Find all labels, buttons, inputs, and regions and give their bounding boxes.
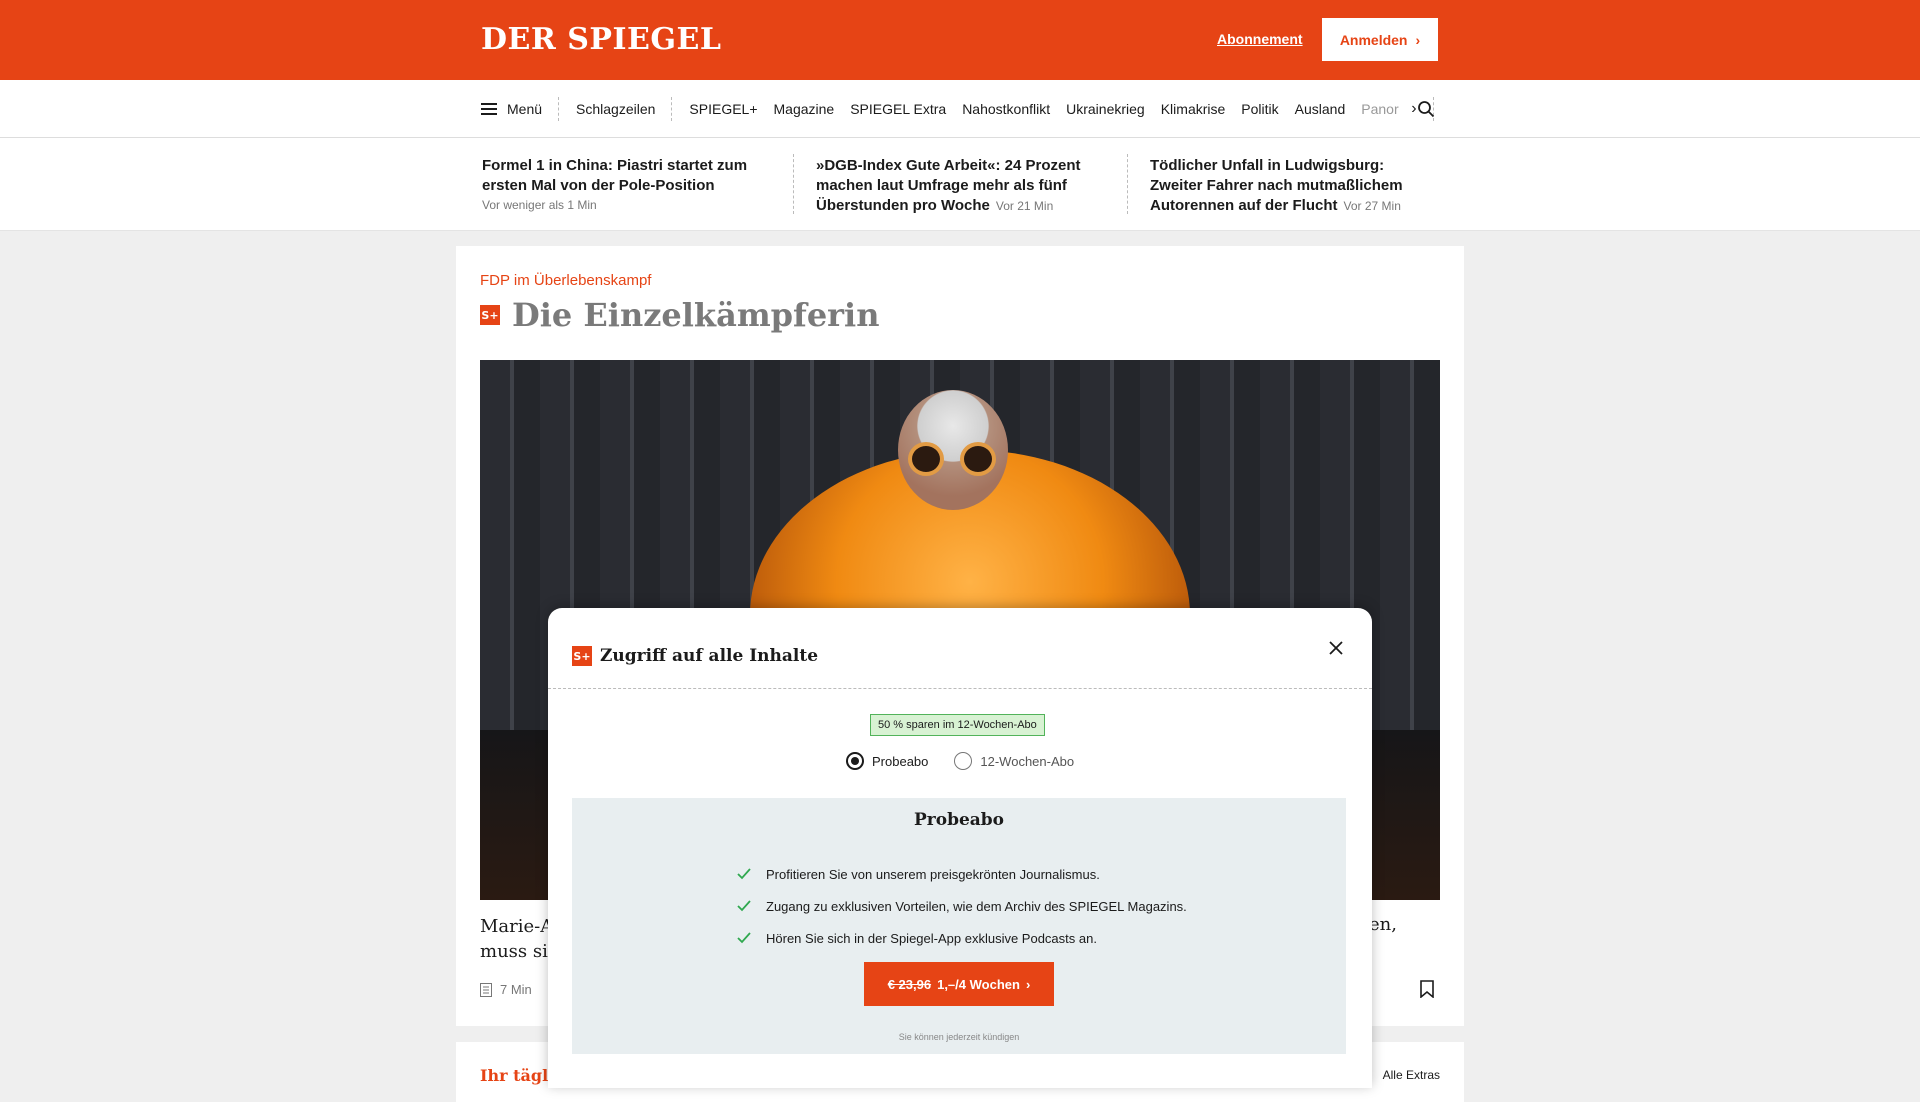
check-icon <box>737 932 751 944</box>
benefit-list: Profitieren Sie von unserem preisgekrönt… <box>736 858 1187 954</box>
new-price: 1,–/4 Wochen <box>937 976 1020 992</box>
chevron-right-icon: › <box>1415 31 1421 48</box>
read-time-label: 7 Min <box>500 982 532 997</box>
chevron-right-icon: › <box>1025 976 1031 992</box>
modal-header: S+ Zugriff auf alle Inhalte <box>572 646 818 666</box>
benefit-item: Zugang zu exklusiven Vorteilen, wie dem … <box>736 890 1187 922</box>
headline-divider <box>1127 154 1128 214</box>
site-header: DER SPIEGEL Abonnement Anmelden › <box>0 0 1920 80</box>
offer-title: Probeabo <box>913 810 1005 830</box>
nav-item-nahostkonflikt[interactable]: Nahostkonflikt <box>962 101 1050 117</box>
plan-option-label: 12-Wochen-Abo <box>980 753 1075 769</box>
benefit-item: Hören Sie sich in der Spiegel-App exklus… <box>736 922 1187 954</box>
benefit-item: Profitieren Sie von unserem preisgekrönt… <box>736 858 1187 890</box>
article-title[interactable]: Die Einzelkämpferin <box>512 296 879 334</box>
nav-item-ukrainekrieg[interactable]: Ukrainekrieg <box>1066 101 1145 117</box>
menu-button[interactable]: Menü <box>481 101 542 117</box>
headline-time: Vor 27 Min <box>1343 199 1401 213</box>
old-price: € 23,96 <box>887 976 932 992</box>
radio-unchecked-icon[interactable] <box>954 752 973 770</box>
hamburger-icon <box>481 102 497 115</box>
nav-item-klimakrise[interactable]: Klimakrise <box>1161 101 1226 117</box>
check-icon <box>737 868 751 880</box>
modal-title: Zugriff auf alle Inhalte <box>600 646 819 666</box>
paywall-modal: S+ Zugriff auf alle Inhalte 50 % sparen … <box>548 608 1372 1088</box>
site-logo[interactable]: DER SPIEGEL <box>481 22 721 57</box>
read-time: 7 Min <box>480 982 532 997</box>
benefit-text: Zugang zu exklusiven Vorteilen, wie dem … <box>766 898 1187 914</box>
nav-divider <box>558 96 560 121</box>
article-title-row: S+ Die Einzelkämpferin <box>480 296 879 334</box>
plan-option-12-wochen[interactable]: 12-Wochen-Abo <box>954 752 1074 770</box>
image-figure-glasses <box>908 442 1000 476</box>
radio-checked-icon[interactable] <box>846 752 864 770</box>
nav-divider <box>671 96 673 121</box>
subscribe-button[interactable]: € 23,96 1,–/4 Wochen › <box>864 962 1054 1006</box>
nav-item-panorama[interactable]: Panorama <box>1361 101 1399 117</box>
document-icon <box>480 982 492 997</box>
nav-item-politik[interactable]: Politik <box>1241 101 1278 117</box>
login-button-label: Anmelden <box>1339 31 1408 48</box>
plan-option-probeabo[interactable]: Probeabo <box>846 752 928 770</box>
main-nav: Menü Schlagzeilen SPIEGEL+ Magazine SPIE… <box>0 80 1920 138</box>
headline-ticker: Formel 1 in China: Piastri startet zum e… <box>0 138 1920 231</box>
close-icon[interactable] <box>1324 636 1348 660</box>
login-button[interactable]: Anmelden › <box>1322 18 1438 61</box>
savings-badge: 50 % sparen im 12-Wochen-Abo <box>870 714 1045 736</box>
offer-box: Probeabo Profitieren Sie von unserem pre… <box>572 798 1346 1054</box>
headline-item[interactable]: »DGB-Index Gute Arbeit«: 24 Prozent mach… <box>816 156 1106 216</box>
check-icon <box>737 900 751 912</box>
headline-divider <box>793 154 794 214</box>
spiegel-plus-badge: S+ <box>480 305 500 325</box>
search-icon[interactable] <box>1417 100 1435 118</box>
bookmark-icon[interactable] <box>1420 980 1434 998</box>
article-kicker: FDP im Überlebenskampf <box>480 272 652 289</box>
headline-title: Formel 1 in China: Piastri startet zum e… <box>482 157 748 194</box>
plan-selector: Probeabo 12-Wochen-Abo <box>846 752 1074 770</box>
plan-option-label: Probeabo <box>872 753 929 769</box>
subscription-link[interactable]: Abonnement <box>1217 31 1303 47</box>
menu-label: Menü <box>507 100 543 117</box>
spiegel-plus-badge: S+ <box>572 646 592 666</box>
benefit-text: Profitieren Sie von unserem preisgekrönt… <box>766 866 1100 882</box>
headline-item[interactable]: Tödlicher Unfall in Ludwigsburg: Zweiter… <box>1150 156 1440 216</box>
headline-time: Vor 21 Min <box>995 199 1054 213</box>
nav-item-ausland[interactable]: Ausland <box>1295 101 1346 117</box>
headline-item[interactable]: Formel 1 in China: Piastri startet zum e… <box>482 156 772 214</box>
cancel-note: Sie können jederzeit kündigen <box>898 1032 1020 1042</box>
nav-item-spiegel-plus[interactable]: SPIEGEL+ <box>689 101 757 117</box>
nav-item-magazine[interactable]: Magazine <box>774 101 835 117</box>
nav-item-spiegel-extra[interactable]: SPIEGEL Extra <box>850 101 946 117</box>
headline-time: Vor weniger als 1 Min <box>482 198 597 212</box>
benefit-text: Hören Sie sich in der Spiegel-App exklus… <box>766 930 1097 946</box>
nav-item-schlagzeilen[interactable]: Schlagzeilen <box>576 101 655 117</box>
nav-scroll-right-icon[interactable]: › <box>1411 100 1416 118</box>
modal-divider <box>548 688 1372 689</box>
